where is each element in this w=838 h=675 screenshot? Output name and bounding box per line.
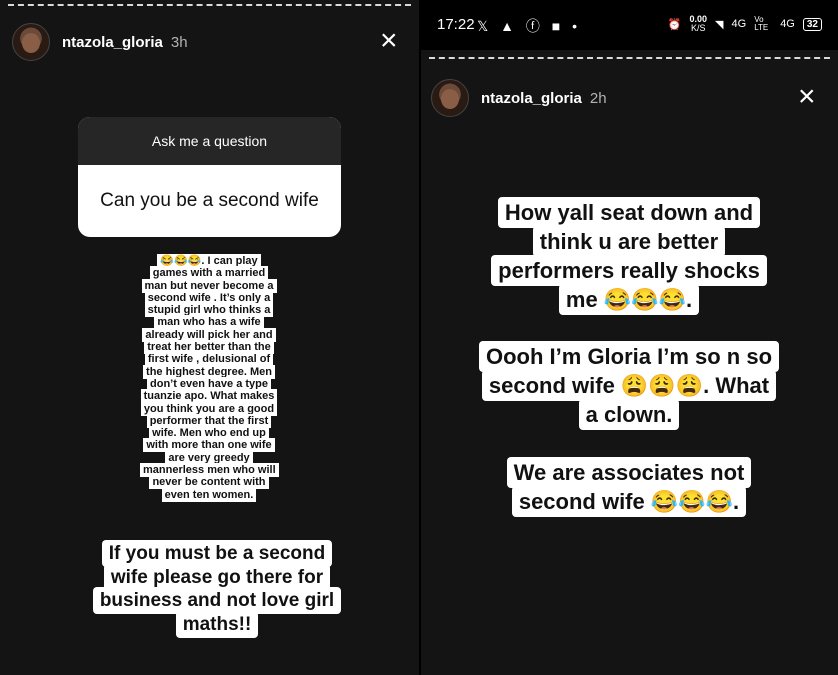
wifi-icon: ◥ xyxy=(715,18,724,31)
network-4g-label-2: 4G xyxy=(780,18,795,30)
network-speed: 0.00 K/S xyxy=(689,14,708,33)
story-progress-bar xyxy=(429,57,830,61)
closing-text: If you must be a second wife please go t… xyxy=(92,540,342,638)
story-text-3: We are associates not second wife 😂😂😂. xyxy=(506,457,752,517)
alarm-icon: ⏰ xyxy=(667,18,682,31)
story-progress-bar xyxy=(8,4,411,8)
story-panel-left: ntazola_gloria 3h × Ask me a question Ca… xyxy=(0,0,419,675)
volte-label: Vo LTE xyxy=(754,15,769,32)
story-text-1: How yall seat down and think u are bette… xyxy=(491,197,767,315)
story-text-block-3: We are associates not second wife 😂😂😂. xyxy=(479,457,779,517)
question-sticker-header: Ask me a question xyxy=(78,117,341,165)
post-time: 3h xyxy=(170,33,188,51)
question-text: Can you be a second wife xyxy=(100,190,319,211)
status-bar: 17:22 𝕏 ▲ ⓕ ■ • ⏰ 0.00 K/S ◥ 4G Vo LTE 4… xyxy=(421,0,838,50)
status-right-icons: ⏰ 0.00 K/S ◥ 4G Vo LTE 4G 32 xyxy=(668,15,822,33)
story-text-block-1: How yall seat down and think u are bette… xyxy=(479,197,779,315)
avatar[interactable] xyxy=(12,23,50,61)
story-header: ntazola_gloria 2h xyxy=(421,78,838,118)
battery-icon: 32 xyxy=(802,17,822,31)
close-icon[interactable]: × xyxy=(798,82,816,112)
username[interactable]: ntazola_gloria xyxy=(481,90,582,107)
network-4g-label: 4G xyxy=(731,18,747,30)
post-time: 2h xyxy=(589,89,607,107)
story-text-block-2: Oooh I’m Gloria I’m so n so second wife … xyxy=(479,341,780,430)
reply-paragraph-text: 😂😂😂. I can play games with a married man… xyxy=(140,254,279,502)
avatar[interactable] xyxy=(431,79,469,117)
question-sticker: Ask me a question Can you be a second wi… xyxy=(78,117,341,237)
status-time: 17:22 xyxy=(437,16,475,33)
close-icon[interactable]: × xyxy=(380,26,398,56)
story-panel-right: 17:22 𝕏 ▲ ⓕ ■ • ⏰ 0.00 K/S ◥ 4G Vo LTE 4… xyxy=(421,0,838,675)
notification-icons: 𝕏 ▲ ⓕ ■ • xyxy=(477,18,582,34)
username[interactable]: ntazola_gloria xyxy=(62,34,163,51)
story-text-2: Oooh I’m Gloria I’m so n so second wife … xyxy=(479,341,780,430)
reply-paragraph: 😂😂😂. I can play games with a married man… xyxy=(140,254,279,502)
closing-text-block: If you must be a second wife please go t… xyxy=(92,540,342,638)
story-header: ntazola_gloria 3h xyxy=(0,22,419,62)
